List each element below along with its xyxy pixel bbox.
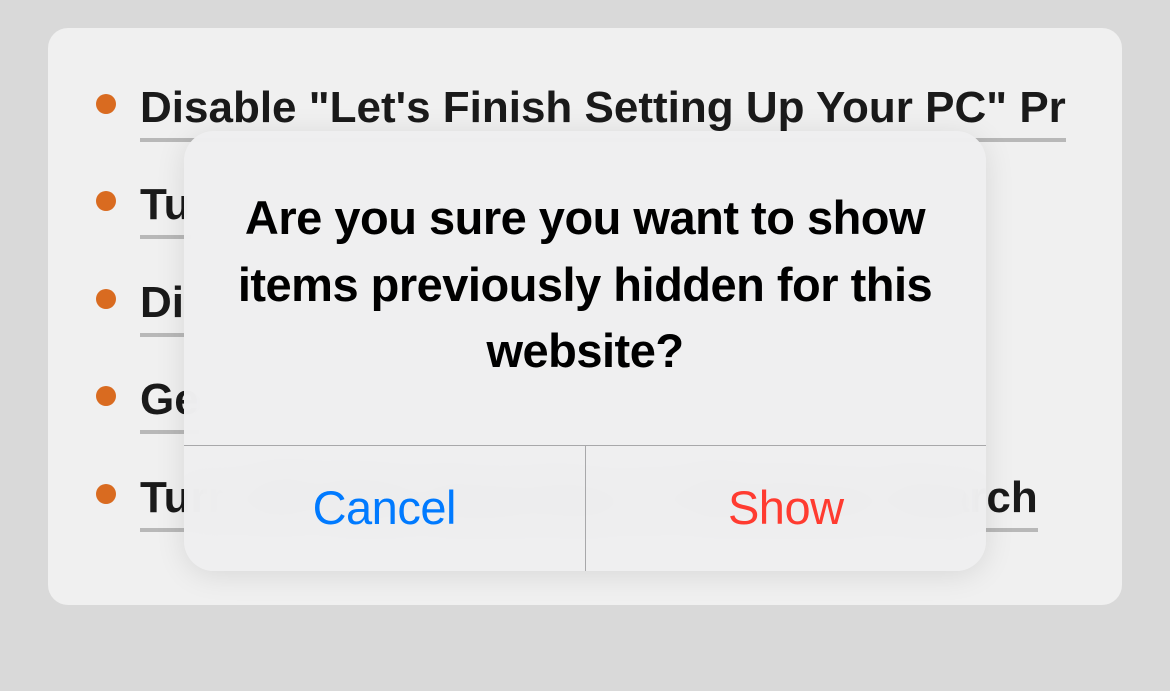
list-item-link[interactable]: Di (140, 278, 184, 337)
bullet-icon (96, 484, 116, 504)
cancel-button[interactable]: Cancel (184, 446, 586, 571)
list-item-link[interactable]: Tu (140, 180, 191, 239)
bullet-icon (96, 191, 116, 211)
bullet-icon (96, 386, 116, 406)
show-button[interactable]: Show (586, 446, 987, 571)
list-item: Disable "Let's Finish Setting Up Your PC… (96, 78, 1074, 137)
confirmation-dialog: Are you sure you want to show items prev… (184, 131, 986, 571)
bullet-icon (96, 94, 116, 114)
bullet-icon (96, 289, 116, 309)
dialog-buttons: Cancel Show (184, 445, 986, 571)
dialog-message: Are you sure you want to show items prev… (184, 131, 986, 445)
